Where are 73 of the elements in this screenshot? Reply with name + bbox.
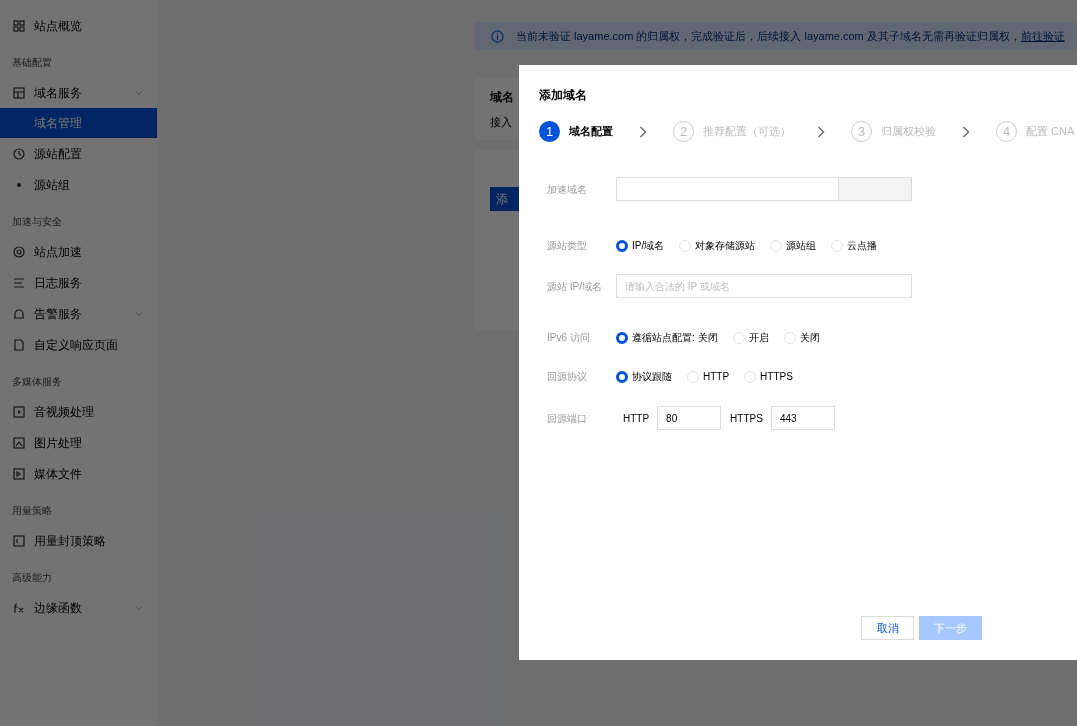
panel-text: 接入: [490, 115, 512, 130]
banner-text: 当前未验证 layame.com 的归属权，完成验证后，后续接入 layame.com 及其子域名无需再验证归属权，前往验证: [516, 28, 1065, 44]
sidebar-item[interactable]: 音视频处理: [0, 396, 157, 427]
image-icon: [12, 435, 26, 450]
list-icon: [12, 275, 26, 290]
grid-icon: [12, 18, 26, 33]
origin-address-field[interactable]: 请输入合法的 IP 或域名: [616, 274, 912, 298]
section-label: 高级能力: [11, 570, 53, 585]
radio-label: 对象存储源站: [695, 239, 756, 253]
field-label: IPv6 访问: [547, 331, 591, 345]
sidebar-item[interactable]: 自定义响应页面: [0, 329, 157, 360]
field-label: 源站 IP/域名: [547, 279, 603, 294]
domain-input-field[interactable]: [616, 177, 912, 201]
chevron-right-icon: [639, 125, 647, 138]
suffix-select[interactable]: [838, 178, 911, 200]
section-label: 多媒体服务: [11, 374, 63, 389]
cancel-button[interactable]: 取消: [861, 616, 914, 640]
field-label: 加速域名: [547, 182, 588, 197]
panel-title: 域名: [490, 89, 514, 106]
radio-label: 开启: [748, 331, 769, 345]
port-field[interactable]: 80: [657, 406, 722, 430]
sidebar-item[interactable]: 边缘函数: [0, 592, 157, 623]
sidebar-item[interactable]: 域名服务: [0, 77, 157, 108]
field-label: 回源协议: [547, 370, 588, 384]
radio-label: 协议跟随: [632, 370, 672, 384]
radio-label: 云点播: [847, 239, 878, 253]
dialog-title: 添加域名: [539, 87, 587, 104]
sidebar-item[interactable]: 站点概览: [0, 10, 157, 41]
sidebar-subitem[interactable]: 域名管理: [0, 108, 157, 138]
sidebar-item[interactable]: 图片处理: [0, 427, 157, 458]
step-number: 1: [539, 121, 560, 142]
layout-icon: [12, 85, 26, 100]
sidebar-item[interactable]: 日志服务: [0, 267, 157, 298]
eye-icon: [12, 244, 26, 259]
add-button[interactable]: 添: [490, 187, 520, 211]
radio-button[interactable]: [616, 239, 628, 252]
step-label: 配置 CNA: [1026, 124, 1075, 140]
chevron-right-icon: [962, 125, 970, 138]
sidebar-item[interactable]: 告警服务: [0, 298, 157, 329]
port-field[interactable]: 443: [770, 406, 835, 430]
play-icon: [12, 404, 26, 419]
bell-icon: [12, 306, 26, 321]
section-label: 基础配置: [11, 55, 53, 70]
field-label: 回源端口: [547, 411, 588, 426]
page-icon: [12, 337, 26, 352]
chevron-down-icon: [135, 603, 143, 612]
step-label: 归属权校验: [881, 124, 936, 140]
radio-label: 遵循站点配置: 关闭: [632, 331, 718, 345]
radio-label: 关闭: [799, 331, 820, 345]
sidebar-item[interactable]: 站点加速: [0, 236, 157, 267]
radio-button[interactable]: [616, 331, 628, 344]
verify-link[interactable]: 前往验证: [1020, 29, 1065, 42]
step-label: 域名配置: [569, 124, 613, 140]
sidebar-item[interactable]: 源站组: [0, 169, 157, 200]
radio-label: IP/域名: [632, 239, 665, 253]
clock-icon: [12, 146, 26, 161]
sidebar-item[interactable]: 源站配置: [0, 138, 157, 169]
radio-button[interactable]: [616, 370, 628, 383]
chevron-down-icon: [135, 88, 143, 97]
chevron-right-icon: [817, 125, 825, 138]
info-icon: [491, 29, 504, 43]
port-label: HTTPS: [730, 411, 763, 426]
chevron-down-icon: [135, 309, 143, 318]
radio-label: 源站组: [786, 239, 817, 253]
field-label: 源站类型: [547, 239, 588, 253]
port-label: HTTP: [623, 411, 650, 426]
section-label: 加速与安全: [11, 214, 63, 229]
section-label: 用量策略: [11, 503, 53, 518]
sidebar-item[interactable]: 用量封顶策略: [0, 525, 157, 556]
radio-label: HTTP: [703, 370, 730, 384]
sidebar-item[interactable]: 媒体文件: [0, 458, 157, 489]
radio-label: HTTPS: [760, 370, 793, 384]
function-icon: [12, 600, 26, 615]
